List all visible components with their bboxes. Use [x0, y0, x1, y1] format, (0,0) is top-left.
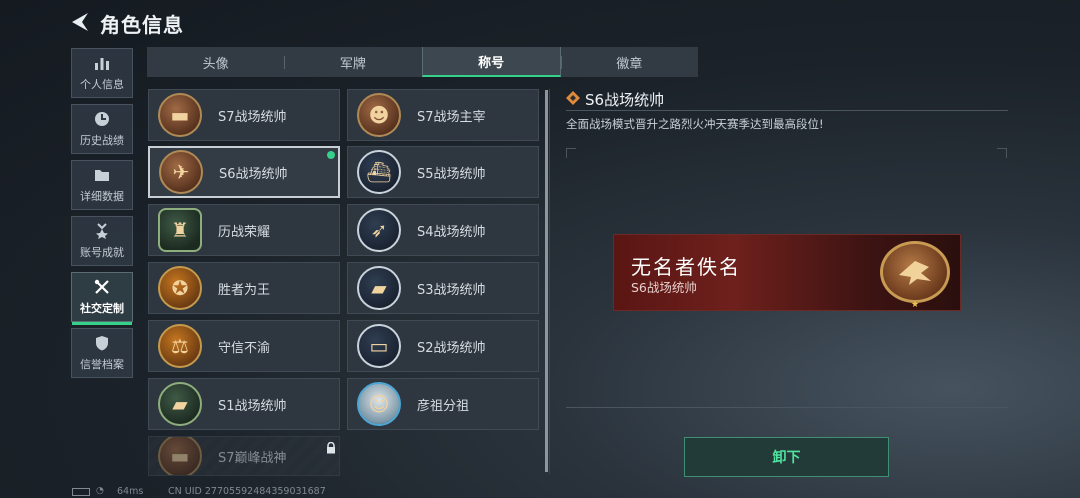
- title-card-locked[interactable]: ▬ S7巅峰战神: [148, 436, 340, 476]
- tab-avatar[interactable]: 头像: [147, 47, 284, 77]
- tools-icon: [94, 279, 109, 294]
- clock-icon: [95, 112, 109, 126]
- star-icon: ★: [911, 300, 920, 310]
- lock-icon: [327, 442, 335, 454]
- title-card[interactable]: ▰ S3战场统帅: [347, 262, 539, 314]
- tab-dogtag[interactable]: 军牌: [284, 47, 421, 77]
- frame-corner: [997, 148, 1007, 158]
- frame-corner: [566, 148, 576, 158]
- title-name: S2战场统帅: [417, 340, 486, 356]
- sidebar-item-label: 个人信息: [80, 78, 124, 91]
- title-card[interactable]: ▰ S1战场统帅: [148, 378, 340, 430]
- vehicle-badge-icon: ▬: [158, 93, 202, 137]
- detail-description: 全面战场模式晋升之路烈火冲天赛季达到最高段位!: [566, 117, 824, 131]
- medal-badge-icon: ✪: [158, 266, 202, 310]
- sidebar-item-label: 账号成就: [80, 246, 124, 259]
- jet-badge-icon: ✈: [159, 150, 203, 194]
- sidebar-item-label: 详细数据: [80, 190, 124, 203]
- detail-title: S6战场统帅: [585, 91, 665, 109]
- title-name: 胜者为王: [218, 282, 271, 298]
- bar-chart-icon: [95, 58, 109, 70]
- ping-text: 64ms: [117, 486, 144, 497]
- banner-player-name: 无名者佚名: [631, 255, 741, 279]
- shield-icon: [96, 336, 108, 351]
- back-arrow-icon[interactable]: [66, 8, 94, 36]
- sidebar-item-details[interactable]: 详细数据: [71, 160, 133, 210]
- trophy-badge-icon: ♜: [158, 208, 202, 252]
- folder-icon: [95, 170, 109, 181]
- diamond-icon: [566, 91, 580, 105]
- battery-icon: [72, 488, 90, 496]
- unequip-button[interactable]: 卸下: [684, 437, 889, 477]
- tank-badge-icon: ▰: [158, 382, 202, 426]
- title-name: 历战荣耀: [218, 224, 271, 240]
- title-card[interactable]: ♜ 历战荣耀: [148, 204, 340, 256]
- truck-badge-icon: ▭: [357, 324, 401, 368]
- sidebar-item-label: 信誉档案: [80, 358, 124, 371]
- equipped-dot: [327, 151, 335, 159]
- sidebar-item-label: 社交定制: [80, 302, 124, 315]
- title-name: S6战场统帅: [219, 166, 288, 182]
- title-card[interactable]: ➶ S4战场统帅: [347, 204, 539, 256]
- sidebar-item-personal-info[interactable]: 个人信息: [71, 48, 133, 98]
- tab-bar: 头像 军牌 称号 徽章: [147, 47, 698, 77]
- vehicle-badge-icon: ▬: [158, 437, 202, 475]
- sidebar-item-history[interactable]: 历史战绩: [71, 104, 133, 154]
- title-card[interactable]: ▬ S7战场统帅: [148, 89, 340, 141]
- title-card[interactable]: ☺ 彦祖分祖: [347, 378, 539, 430]
- active-indicator: [72, 322, 132, 325]
- banner-title: S6战场统帅: [631, 280, 697, 295]
- divider: [549, 89, 550, 474]
- title-name: S7战场统帅: [218, 109, 287, 125]
- sidebar-item-reputation[interactable]: 信誉档案: [71, 328, 133, 378]
- title-name: 守信不渝: [218, 340, 271, 356]
- missile-badge-icon: ➶: [357, 208, 401, 252]
- title-card[interactable]: ✪ 胜者为王: [148, 262, 340, 314]
- title-name: S4战场统帅: [417, 224, 486, 240]
- title-card[interactable]: ⛴ S5战场统帅: [347, 146, 539, 198]
- title-name: S1战场统帅: [218, 398, 287, 414]
- title-card[interactable]: ▭ S2战场统帅: [347, 320, 539, 372]
- sidebar-item-achievements[interactable]: 账号成就: [71, 216, 133, 266]
- scrollbar[interactable]: [545, 90, 548, 472]
- title-name: 彦祖分祖: [417, 398, 470, 414]
- sidebar-item-label: 历史战绩: [80, 134, 124, 147]
- title-name: S7巅峰战神: [218, 450, 287, 466]
- soldier-badge-icon: ☻: [357, 93, 401, 137]
- divider: [566, 407, 1008, 408]
- title-name: S5战场统帅: [417, 166, 486, 182]
- scales-badge-icon: ⚖: [158, 324, 202, 368]
- uid-text: CN UID 27705592484359031687: [168, 486, 326, 497]
- boat-badge-icon: ⛴: [357, 150, 401, 194]
- tab-title[interactable]: 称号: [421, 47, 561, 77]
- title-card[interactable]: ☻ S7战场主宰: [347, 89, 539, 141]
- sidebar-item-social-custom[interactable]: 社交定制: [71, 272, 133, 325]
- portrait-badge-icon: ☺: [357, 382, 401, 426]
- title-name: S7战场主宰: [417, 109, 486, 125]
- jet-badge-icon: [880, 241, 950, 303]
- page-title: 角色信息: [100, 13, 184, 37]
- divider: [566, 110, 1008, 111]
- title-card[interactable]: ⚖ 守信不渝: [148, 320, 340, 372]
- medal-icon: [96, 223, 108, 239]
- tab-emblem[interactable]: 徽章: [560, 47, 698, 77]
- title-name: S3战场统帅: [417, 282, 486, 298]
- title-card-selected[interactable]: ✈ S6战场统帅: [148, 146, 340, 198]
- wifi-icon: ◔: [96, 486, 104, 496]
- tank-badge-icon: ▰: [357, 266, 401, 310]
